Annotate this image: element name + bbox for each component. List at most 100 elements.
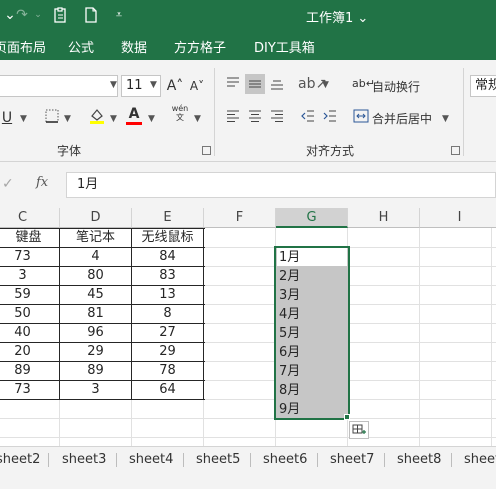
fill-handle[interactable] (344, 414, 350, 420)
data-cell[interactable]: 29 (60, 342, 131, 361)
sheet-tab[interactable]: sheet8 (397, 447, 441, 473)
header-cell[interactable]: 笔记本 (60, 228, 131, 247)
data-cell[interactable]: 29 (132, 342, 203, 361)
font-size-dropdown-icon[interactable]: ▼ (150, 80, 157, 90)
column-header-e[interactable]: E (132, 208, 204, 228)
data-cell[interactable]: 20 (0, 342, 59, 361)
align-middle-icon[interactable] (245, 74, 265, 94)
header-cell[interactable]: 键盘 (0, 228, 59, 247)
customize-toolbar-icon[interactable]: ⩡ (111, 7, 127, 23)
sheet-tab[interactable]: sheet7 (330, 447, 374, 473)
column-header-c[interactable]: C (0, 208, 60, 228)
data-cell[interactable]: 40 (0, 323, 59, 342)
column-header-f[interactable]: F (204, 208, 276, 228)
font-name-box[interactable] (0, 75, 118, 97)
selection-border (274, 246, 350, 420)
data-cell[interactable]: 45 (60, 285, 131, 304)
worksheet-grid[interactable]: C D E F G H I 键盘 笔记本 无线鼠标 73 4 84 3 80 8… (0, 208, 496, 446)
orientation-dropdown-icon[interactable]: ▼ (322, 80, 329, 90)
ribbon: ▼ 11 ▼ A˄ A˅ U ▼ ▼ ▼ A ▼ wén 文 ▼ 字体 ab↗ ▼… (0, 60, 496, 162)
sheet-tab[interactable]: sheet4 (129, 447, 173, 473)
insert-function-icon[interactable]: fx (36, 175, 48, 190)
sheet-tab[interactable]: sheet5 (196, 447, 240, 473)
sheet-tab[interactable]: sheet3 (62, 447, 106, 473)
merge-center-icon[interactable] (352, 108, 370, 129)
sheet-tab[interactable]: sheet2 (0, 447, 40, 473)
orientation-icon[interactable]: ab↗ (298, 75, 327, 93)
data-cell[interactable]: 84 (132, 247, 203, 266)
tab-page-layout[interactable]: 页面布局 (0, 37, 46, 56)
number-format-box[interactable]: 常规 (470, 75, 496, 97)
sheet-tab[interactable]: sheet6 (263, 447, 307, 473)
auto-fill-options-icon[interactable] (349, 421, 369, 439)
phonetic-dropdown-icon[interactable]: ▼ (194, 114, 201, 124)
data-cell[interactable]: 96 (60, 323, 131, 342)
font-dialog-launcher-icon[interactable] (202, 146, 211, 155)
data-cell[interactable]: 80 (60, 266, 131, 285)
increase-font-size-button[interactable]: A˄ (164, 77, 186, 95)
align-left-icon[interactable] (224, 108, 242, 129)
decrease-font-size-button[interactable]: A˅ (186, 77, 208, 95)
sheet-tab-bar: sheet2 sheet3 sheet4 sheet5 sheet6 sheet… (0, 446, 496, 473)
redo-icon[interactable]: ↷ (14, 7, 30, 23)
data-cell[interactable]: 73 (0, 380, 59, 399)
underline-dropdown-icon[interactable]: ▼ (20, 114, 27, 124)
phonetic-guide-icon[interactable]: wén 文 (170, 104, 190, 122)
clipboard-icon[interactable] (52, 7, 68, 23)
data-cell[interactable]: 83 (132, 266, 203, 285)
decrease-indent-icon[interactable] (299, 108, 317, 129)
align-center-icon[interactable] (246, 108, 264, 129)
column-header-i[interactable]: I (420, 208, 496, 228)
wrap-text-button[interactable]: 自动换行 (372, 78, 420, 95)
font-color-icon[interactable]: A (125, 105, 143, 125)
underline-button[interactable]: U (0, 109, 14, 127)
align-right-icon[interactable] (268, 108, 286, 129)
formula-input[interactable]: 1月 (66, 172, 496, 198)
borders-dropdown-icon[interactable]: ▼ (64, 114, 71, 124)
data-cell[interactable]: 59 (0, 285, 59, 304)
tab-formulas[interactable]: 公式 (68, 37, 94, 56)
data-cell[interactable]: 27 (132, 323, 203, 342)
new-document-icon[interactable] (83, 7, 99, 23)
font-color-dropdown-icon[interactable]: ▼ (148, 114, 155, 124)
wrap-text-icon[interactable]: ab↵ (352, 75, 375, 93)
data-cell[interactable]: 73 (0, 247, 59, 266)
data-cell[interactable]: 89 (0, 361, 59, 380)
data-cell[interactable]: 50 (0, 304, 59, 323)
column-header-h[interactable]: H (348, 208, 420, 228)
align-bottom-icon[interactable] (268, 75, 286, 96)
data-cell[interactable]: 4 (60, 247, 131, 266)
tab-data[interactable]: 数据 (121, 37, 147, 56)
merge-center-dropdown-icon[interactable]: ▼ (442, 114, 449, 124)
fill-color-dropdown-icon[interactable]: ▼ (110, 114, 117, 124)
data-cell[interactable]: 13 (132, 285, 203, 304)
gridline (491, 228, 492, 446)
font-name-dropdown-icon[interactable]: ▼ (110, 80, 117, 90)
data-cell[interactable]: 78 (132, 361, 203, 380)
data-cell[interactable]: 8 (132, 304, 203, 323)
fill-color-icon[interactable] (88, 107, 106, 130)
data-cell[interactable]: 64 (132, 380, 203, 399)
tab-divider (48, 453, 49, 467)
font-group-label: 字体 (57, 144, 82, 158)
table-border (203, 228, 204, 400)
column-header-g[interactable]: G (276, 208, 348, 228)
increase-indent-icon[interactable] (321, 108, 339, 129)
data-cell[interactable]: 3 (0, 266, 59, 285)
merge-center-button[interactable]: 合并后居中 (372, 110, 432, 127)
data-cell[interactable]: 89 (60, 361, 131, 380)
tab-diy-toolbox[interactable]: DIY工具箱 (254, 37, 315, 56)
column-header-d[interactable]: D (60, 208, 132, 228)
cancel-entry-icon[interactable]: ✓ (2, 176, 14, 192)
phonetic-label: wén (171, 104, 189, 113)
header-cell[interactable]: 无线鼠标 (132, 228, 203, 247)
data-cell[interactable]: 81 (60, 304, 131, 323)
data-cell[interactable]: 3 (60, 380, 131, 399)
tab-fangfang-grid[interactable]: 方方格子 (174, 37, 226, 56)
workbook-title[interactable]: 工作簿1 ⌄ (306, 7, 368, 26)
borders-icon[interactable] (44, 109, 60, 128)
redo-dropdown-icon[interactable]: ⌄ (30, 7, 46, 23)
sheet-tab[interactable]: sheet9 (464, 447, 496, 473)
align-top-icon[interactable] (224, 75, 242, 96)
alignment-dialog-launcher-icon[interactable] (451, 146, 460, 155)
